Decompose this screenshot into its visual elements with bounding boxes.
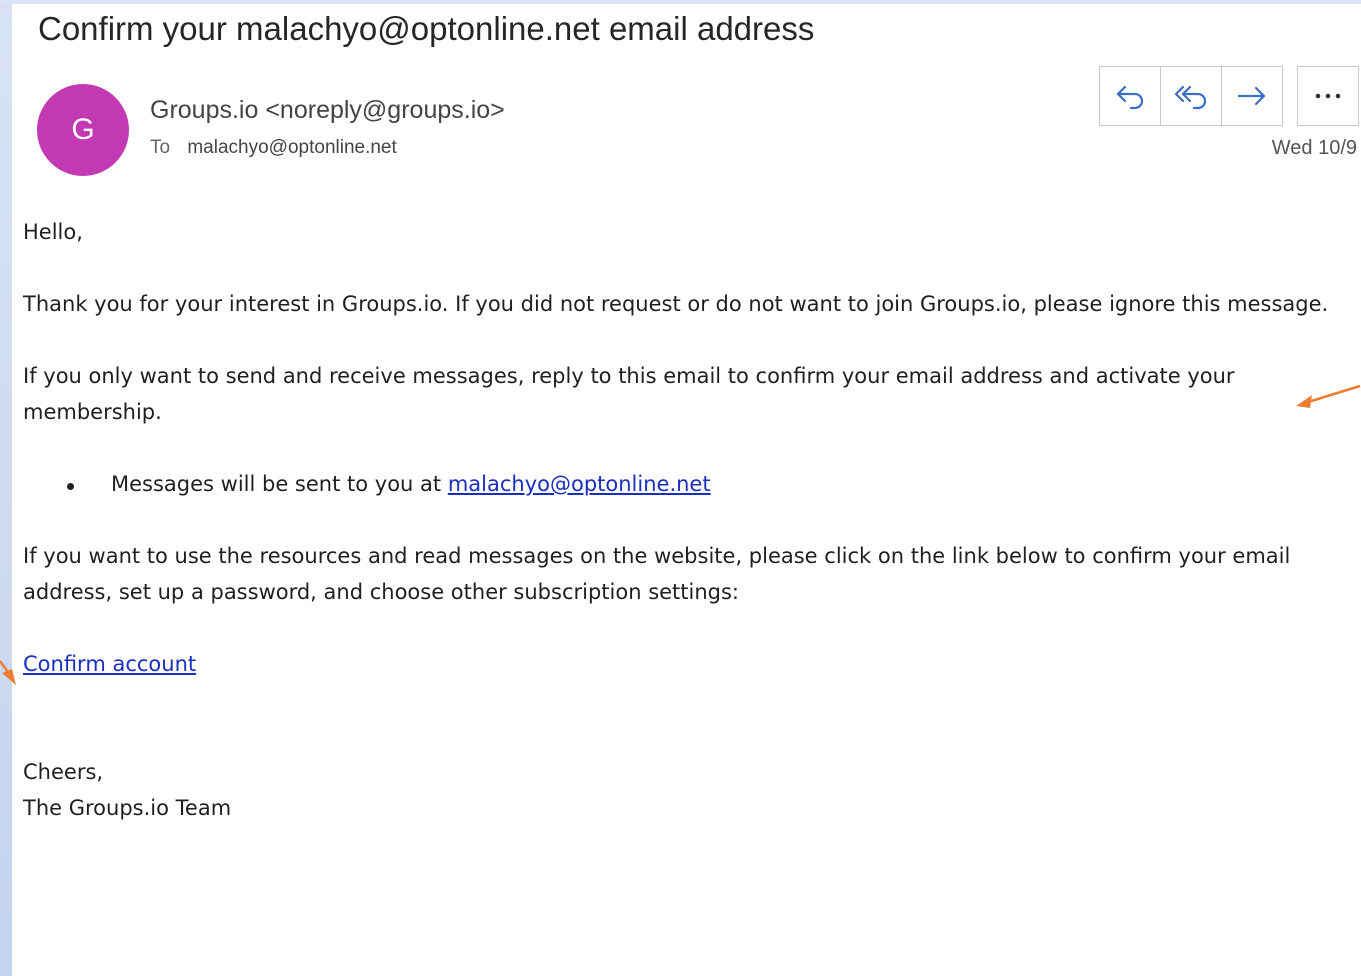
bullet-icon	[67, 482, 74, 490]
avatar-initial: G	[71, 113, 95, 146]
website-instructions-paragraph: If you want to use the resources and rea…	[23, 544, 1291, 604]
reading-pane: Confirm your malachyo@optonline.net emai…	[12, 4, 1361, 976]
received-date: Wed 10/9	[1271, 137, 1357, 159]
reply-icon	[1116, 85, 1144, 110]
email-subject: Confirm your malachyo@optonline.net emai…	[38, 10, 815, 47]
sender-name[interactable]: Groups.io <noreply@groups.io>	[150, 96, 505, 125]
forward-icon	[1237, 86, 1266, 106]
more-icon	[1315, 93, 1341, 99]
intro-paragraph: Thank you for your interest in Groups.io…	[23, 292, 1329, 316]
message-actions-group	[1099, 66, 1283, 126]
annotation-arrow-icon	[0, 660, 16, 685]
annotation-arrow-icon	[1296, 384, 1361, 408]
reply-instructions-paragraph: If you only want to send and receive mes…	[23, 364, 1235, 424]
signoff: Cheers,	[23, 760, 104, 784]
forward-button[interactable]	[1222, 67, 1282, 125]
confirm-account-link[interactable]: Confirm account	[23, 652, 196, 676]
email-address-link[interactable]: malachyo@optonline.net	[448, 472, 711, 496]
reply-button[interactable]	[1100, 67, 1161, 125]
more-actions-button[interactable]	[1297, 66, 1359, 126]
greeting: Hello,	[23, 220, 83, 244]
signature: The Groups.io Team	[23, 796, 232, 820]
left-background-strip	[0, 0, 12, 976]
list-item: Messages will be sent to you at malachyo…	[23, 466, 1333, 502]
bullet-prefix: Messages will be sent to you at	[111, 472, 448, 496]
recipient-line: To malachyo@optonline.net	[150, 137, 397, 159]
sender-avatar[interactable]: G	[37, 84, 129, 176]
reply-all-button[interactable]	[1161, 67, 1222, 125]
recipient-address[interactable]: malachyo@optonline.net	[187, 137, 396, 158]
reply-all-icon	[1174, 85, 1207, 110]
to-label: To	[150, 137, 171, 158]
bullet-text: Messages will be sent to you at malachyo…	[111, 466, 711, 502]
email-body: Hello, Thank you for your interest in Gr…	[23, 214, 1333, 826]
